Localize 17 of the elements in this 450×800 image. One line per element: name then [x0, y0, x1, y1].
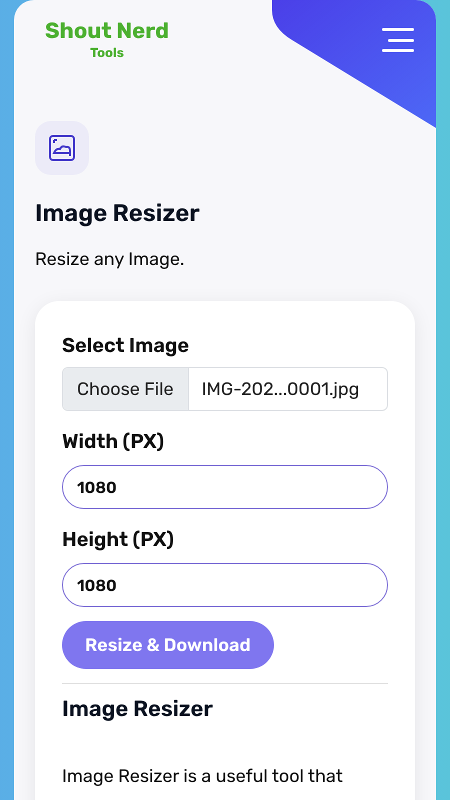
number-input[interactable]: 1080 [62, 563, 388, 607]
field-label: Select Image [62, 332, 190, 359]
choose-file-button[interactable]: Choose File [63, 368, 189, 410]
file-input[interactable]: Choose File IMG-202...0001.jpg [62, 367, 388, 411]
menu-icon[interactable] [382, 28, 414, 52]
resize-download-button[interactable]: Resize & Download [62, 621, 274, 669]
page-subtitle: Resize any Image. [35, 247, 186, 271]
field-label: Height (PX) [62, 526, 175, 553]
field-label: Width (PX) [62, 428, 166, 455]
section-text: Image Resizer is a useful tool that [62, 764, 344, 788]
number-input[interactable]: 1080 [62, 465, 388, 509]
page-title: Image Resizer [35, 198, 201, 229]
logo-title: Shout Nerd [44, 16, 170, 46]
logo-subtitle: Tools [90, 46, 124, 62]
image-icon [48, 134, 76, 162]
section-title: Image Resizer [62, 694, 214, 724]
file-name: IMG-202...0001.jpg [200, 376, 360, 402]
